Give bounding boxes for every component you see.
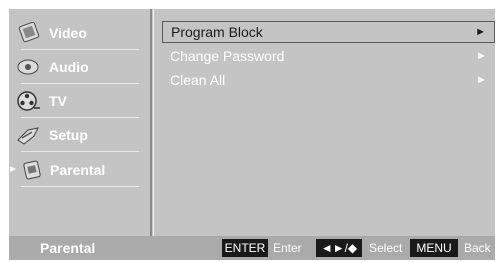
sidebar-item-audio[interactable]: Audio bbox=[13, 50, 139, 83]
menu-item-change-password[interactable]: Change Password ► bbox=[162, 45, 495, 67]
back-hint: Back bbox=[464, 241, 491, 255]
sidebar-item-parental[interactable]: ► Parental bbox=[8, 153, 139, 186]
audio-icon bbox=[13, 56, 43, 78]
submenu-panel: Program Block ► Change Password ► Clean … bbox=[154, 9, 495, 236]
sidebar: Video Audio TV Setup ► Parental bbox=[8, 9, 153, 236]
sidebar-item-tv[interactable]: TV bbox=[13, 84, 139, 117]
navigate-key-badge: ◄►/◆ bbox=[316, 239, 362, 257]
parental-icon bbox=[20, 159, 44, 181]
sidebar-item-setup[interactable]: Setup bbox=[13, 118, 139, 151]
sidebar-item-video[interactable]: Video bbox=[13, 16, 139, 49]
parental-menu-window: Video Audio TV Setup ► Parental Program … bbox=[8, 9, 495, 260]
footer-bar: Parental ENTER Enter ◄►/◆ Select MENU Ba… bbox=[9, 236, 495, 260]
menu-item-label: Change Password bbox=[170, 48, 285, 64]
tv-reel-icon bbox=[13, 90, 43, 112]
video-icon bbox=[13, 21, 43, 44]
sidebar-item-label: Setup bbox=[49, 126, 88, 143]
sidebar-item-label: Audio bbox=[49, 58, 89, 75]
right-arrow-icon: ► bbox=[475, 26, 486, 38]
active-marker-icon: ► bbox=[8, 164, 18, 175]
menu-item-label: Clean All bbox=[170, 72, 226, 88]
enter-key-badge: ENTER bbox=[222, 239, 268, 257]
menu-item-program-block[interactable]: Program Block ► bbox=[162, 21, 495, 43]
enter-hint: Enter bbox=[273, 241, 302, 255]
select-hint: Select bbox=[369, 241, 403, 255]
sidebar-item-label: Parental bbox=[50, 161, 106, 178]
menu-item-clean-all[interactable]: Clean All ► bbox=[162, 69, 495, 91]
right-arrow-icon: ► bbox=[476, 50, 487, 62]
setup-icon bbox=[13, 124, 43, 146]
footer-title: Parental bbox=[40, 240, 96, 256]
sidebar-item-label: TV bbox=[49, 92, 67, 109]
sidebar-separator bbox=[150, 9, 152, 236]
divider bbox=[21, 186, 139, 187]
sidebar-item-label: Video bbox=[49, 24, 87, 41]
right-arrow-icon: ► bbox=[476, 74, 487, 86]
divider bbox=[21, 151, 139, 152]
menu-key-badge: MENU bbox=[410, 239, 458, 257]
menu-item-label: Program Block bbox=[171, 24, 263, 40]
